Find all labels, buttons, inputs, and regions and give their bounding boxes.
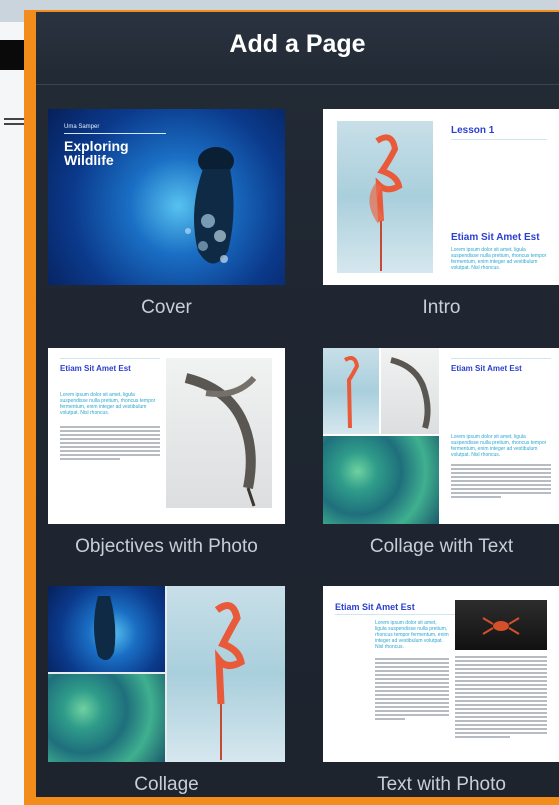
flamingo-photo [337,121,433,273]
template-label: Text with Photo [377,774,506,795]
template-cover[interactable]: Uma Samper Exploring Wildlife Cover [48,109,285,319]
crab-photo [455,600,547,650]
collage-reef-photo [323,436,439,524]
cover-thumbnail[interactable]: Uma Samper Exploring Wildlife [48,109,285,285]
sea-lion-photo [185,147,234,264]
collage-with-text-thumbnail[interactable]: Etiam Sit Amet Est Lorem ipsum dolor sit… [323,348,559,524]
intro-lesson: Lesson 1 [451,125,495,136]
intro-rule [451,139,547,140]
template-text-with-photo[interactable]: Etiam Sit Amet Est Lorem ipsum dolor sit… [323,586,559,796]
cover-byline: Uma Samper [64,124,100,130]
title-divider [36,84,559,85]
collage-reef-photo [48,674,165,762]
collage-thumbnail[interactable] [48,586,285,762]
objectives-thumbnail[interactable]: Etiam Sit Amet Est Lorem ipsum dolor sit… [48,348,285,524]
text-photo-heading: Etiam Sit Amet Est [335,602,415,612]
template-label: Collage [134,774,199,795]
cover-rule [64,133,166,134]
intro-body: Lorem ipsum dolor sit amet, ligula suspe… [451,247,547,271]
collage-flamingo-photo [167,586,285,762]
text-photo-body: Lorem ipsum dolor sit amet, ligula suspe… [375,620,449,650]
intro-heading: Etiam Sit Amet Est [451,232,540,243]
template-label: Objectives with Photo [75,536,258,557]
collage-text-rule [451,358,551,359]
template-collage[interactable]: Collage [48,586,285,796]
objectives-rule [60,358,160,359]
intro-thumbnail[interactable]: Lesson 1 Etiam Sit Amet Est Lorem ipsum … [323,109,559,285]
template-label: Intro [422,297,461,318]
template-intro[interactable]: Lesson 1 Etiam Sit Amet Est Lorem ipsum … [323,109,559,319]
collage-text-paragraph [451,464,551,500]
popover-title: Add a Page [229,30,366,58]
text-with-photo-thumbnail[interactable]: Etiam Sit Amet Est Lorem ipsum dolor sit… [323,586,559,762]
collage-flamingo-photo [323,348,379,434]
collage-text-body: Lorem ipsum dolor sit amet, ligula suspe… [451,434,547,458]
text-photo-paragraph-left [375,658,449,722]
pelican-photo [166,358,272,508]
template-collage-with-text[interactable]: Etiam Sit Amet Est Lorem ipsum dolor sit… [323,348,559,558]
text-photo-paragraph-right [455,656,547,740]
add-page-popover: Add a Page Uma Samper Exploring Wildlife… [36,12,559,797]
template-label: Collage with Text [369,536,514,557]
collage-pelican-photo [381,348,439,434]
collage-text-heading: Etiam Sit Amet Est [451,364,522,373]
objectives-heading: Etiam Sit Amet Est [60,364,131,373]
collage-sea-lion-photo [48,586,165,672]
objectives-paragraph [60,426,160,462]
template-objectives-with-photo[interactable]: Etiam Sit Amet Est Lorem ipsum dolor sit… [48,348,285,558]
template-label: Cover [141,297,192,318]
cover-heading: Exploring Wildlife [64,138,129,168]
objectives-body: Lorem ipsum dolor sit amet, ligula suspe… [60,392,156,416]
